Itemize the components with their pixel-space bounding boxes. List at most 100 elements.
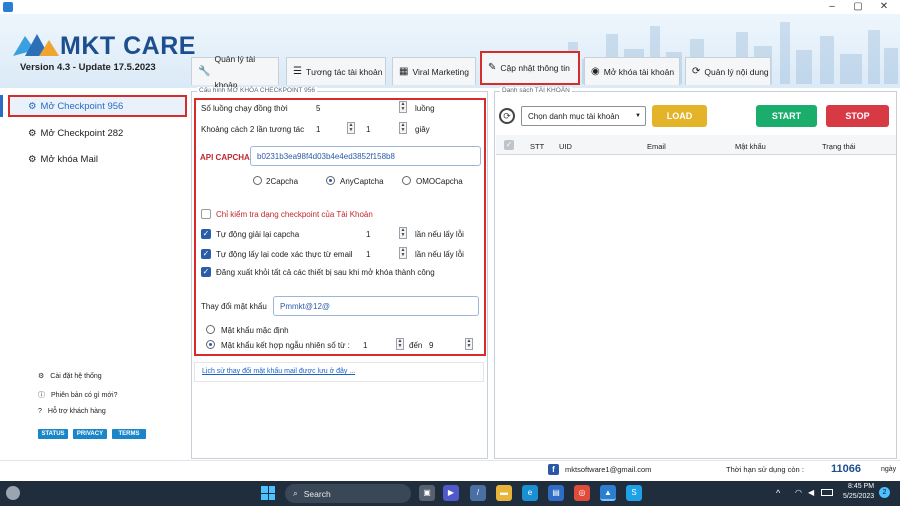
auto-email-stepper[interactable]: ▲ ▼ <box>399 247 407 259</box>
skype-icon[interactable]: S <box>626 485 642 501</box>
tray-arrow-icon[interactable]: ^ <box>776 488 780 498</box>
teams-icon[interactable]: ▶ <box>443 485 459 501</box>
sidebar-item-checkpoint-282[interactable]: ⚙ Mở Checkpoint 282 <box>10 123 180 143</box>
refresh-icon[interactable]: ⟳ <box>499 108 515 124</box>
auto-email-checkbox[interactable]: ✓ <box>201 249 211 259</box>
search-label: Search <box>303 488 331 499</box>
volume-icon[interactable]: ◀ <box>808 488 814 497</box>
auto-captcha-label: Tự động giải lại capcha <box>216 230 300 239</box>
column-email[interactable]: Email <box>647 142 666 151</box>
radio-2captcha-label: 2Capcha <box>266 177 299 186</box>
random-from-value[interactable]: 1 <box>363 341 367 350</box>
auto-captcha-value[interactable]: 1 <box>366 230 370 239</box>
threads-stepper[interactable]: ▲ ▼ <box>399 101 407 113</box>
history-link[interactable]: Lịch sử thay đổi mật khẩu mail được lưu … <box>202 368 355 375</box>
system-settings-link[interactable]: ⚙ Cài đặt hệ thống <box>38 372 102 381</box>
support-link[interactable]: ? Hỗ trợ khách hàng <box>38 408 106 415</box>
radio-omocaptcha[interactable] <box>402 176 411 185</box>
sidebar-item-checkpoint-956[interactable]: ⚙ Mở Checkpoint 956 <box>8 95 187 117</box>
whats-new-link[interactable]: ⓘ Phiên bản có gì mới? <box>38 390 117 400</box>
stop-button[interactable]: STOP <box>826 105 889 127</box>
file-explorer-icon[interactable]: ▬ <box>496 485 512 501</box>
column-uid[interactable]: UID <box>559 142 572 151</box>
tab-account-interaction[interactable]: ☰ Tương tác tài khoản <box>286 57 386 85</box>
weather-icon[interactable] <box>6 486 20 500</box>
radio-random-password[interactable] <box>206 340 215 349</box>
auto-email-label: Tự động lấy lại code xác thực từ email <box>216 250 353 259</box>
store-icon[interactable]: ▤ <box>548 485 564 501</box>
auto-captcha-checkbox[interactable]: ✓ <box>201 229 211 239</box>
clock-date[interactable]: 5/25/2023 <box>843 493 874 500</box>
load-button[interactable]: LOAD <box>652 105 707 127</box>
radio-2captcha[interactable] <box>253 176 262 185</box>
search-icon: ⌕ <box>293 488 298 498</box>
radio-anycaptcha[interactable] <box>326 176 335 185</box>
category-select[interactable]: Chọn danh mục tài khoản ▼ <box>521 106 646 126</box>
battery-icon[interactable] <box>821 489 833 496</box>
terms-button[interactable]: TERMS <box>112 429 146 439</box>
only-check-label: Chỉ kiểm tra dạng checkpoint của Tài Kho… <box>216 210 373 219</box>
mkt-app-icon[interactable]: ▲ <box>600 485 616 501</box>
threads-value[interactable]: 5 <box>316 104 320 113</box>
start-button-icon[interactable] <box>261 486 275 500</box>
settings-icon: ⚙ <box>38 373 45 380</box>
app-icon <box>3 2 13 12</box>
clock-time[interactable]: 8:45 PM <box>848 483 874 490</box>
select-all-checkbox[interactable]: ✓ <box>504 140 514 150</box>
auto-captcha-stepper[interactable]: ▲ ▼ <box>399 227 407 239</box>
link-label: Phiên bản có gì mới? <box>51 391 118 399</box>
random-to-label: đến <box>409 341 423 350</box>
api-captcha-label: API CAPCHA <box>200 153 250 162</box>
app-icon-slash[interactable]: / <box>470 485 486 501</box>
sidebar <box>0 88 190 460</box>
facebook-icon[interactable]: f <box>548 464 559 475</box>
tab-label: Mở khóa tài khoản <box>603 66 675 77</box>
task-view-icon[interactable]: ▣ <box>419 485 435 501</box>
radio-anycaptcha-label: AnyCaptcha <box>340 177 384 186</box>
calendar-icon: ▦ <box>399 65 409 77</box>
tab-content-management[interactable]: ⟳ Quản lý nội dung <box>685 57 771 85</box>
tab-update-info[interactable]: ✎ Cập nhật thông tin <box>480 51 580 85</box>
info-icon: ⓘ <box>38 392 45 399</box>
chrome-icon[interactable]: ◎ <box>574 485 590 501</box>
random-from-stepper[interactable]: ▲ ▼ <box>396 338 404 350</box>
column-status[interactable]: Trạng thái <box>822 142 856 151</box>
column-password[interactable]: Mật khẩu <box>735 142 766 151</box>
random-to-value[interactable]: 9 <box>429 341 433 350</box>
delay-from-stepper[interactable]: ▲ ▼ <box>347 122 355 134</box>
only-check-checkbox[interactable] <box>201 209 211 219</box>
minimize-button[interactable]: – <box>826 1 838 13</box>
taskbar-search[interactable]: ⌕ Search <box>285 484 411 503</box>
tab-unlock-account[interactable]: ◉ Mở khóa tài khoản <box>584 57 680 85</box>
auto-email-value[interactable]: 1 <box>366 250 370 259</box>
delay-to-stepper[interactable]: ▲ ▼ <box>399 122 407 134</box>
expiry-label: Thời hạn sử dụng còn : <box>726 465 804 474</box>
category-select-label: Chọn danh mục tài khoản <box>528 111 620 121</box>
start-button[interactable]: START <box>756 105 817 127</box>
sidebar-active-bar <box>0 95 3 117</box>
close-button[interactable]: ✕ <box>878 1 890 13</box>
tab-account-management[interactable]: 🔧 Quản lý tài khoản <box>191 54 279 90</box>
default-password-label: Mật khẩu mặc định <box>221 326 289 335</box>
notification-badge[interactable]: 2 <box>879 487 890 498</box>
delay-to-value[interactable]: 1 <box>366 125 370 134</box>
accounts-legend: Danh sách TÀI KHOẢN <box>500 87 572 94</box>
api-key-input[interactable]: b0231b3ea98f4d03b4e4ed3852f158b8 <box>250 146 481 166</box>
wifi-icon[interactable]: ◠ <box>795 488 802 497</box>
random-to-stepper[interactable]: ▲ ▼ <box>465 338 473 350</box>
wrench-icon: 🔧 <box>198 65 211 77</box>
edge-icon[interactable]: e <box>522 485 538 501</box>
support-email: mktsoftware1@gmail.com <box>565 465 652 474</box>
maximize-button[interactable]: ▢ <box>852 1 864 13</box>
radio-default-password[interactable] <box>206 325 215 334</box>
privacy-button[interactable]: PRIVACY <box>73 429 107 439</box>
tab-viral-marketing[interactable]: ▦ Viral Marketing <box>392 57 476 85</box>
delay-from-value[interactable]: 1 <box>316 125 320 134</box>
status-button[interactable]: STATUS <box>38 429 68 439</box>
column-stt[interactable]: STT <box>530 142 544 151</box>
sidebar-item-unlock-mail[interactable]: ⚙ Mở khóa Mail <box>10 149 180 169</box>
config-highlight <box>194 98 486 356</box>
chevron-down-icon: ▼ <box>635 113 641 119</box>
password-input[interactable]: Pmmkt@12@ <box>273 296 479 316</box>
logout-all-checkbox[interactable]: ✓ <box>201 267 211 277</box>
